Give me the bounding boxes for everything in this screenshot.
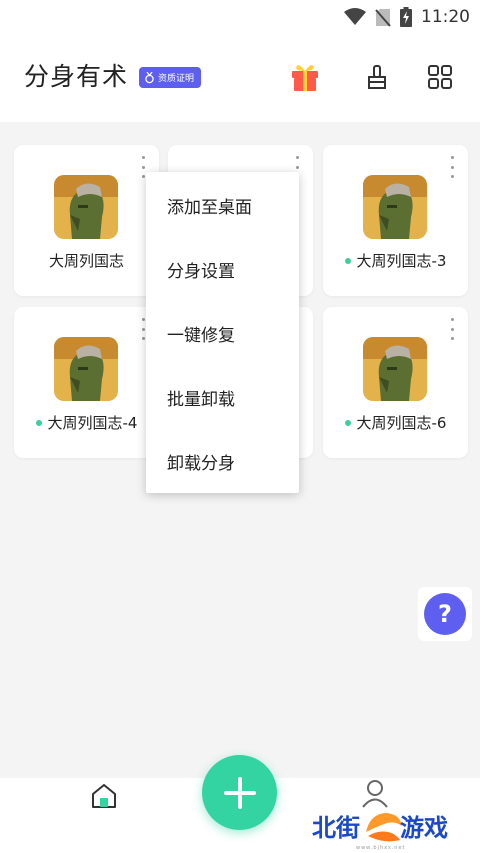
running-dot	[344, 419, 351, 426]
more-options-icon[interactable]	[447, 318, 457, 340]
menu-item-add-to-desktop[interactable]: 添加至桌面	[167, 193, 252, 218]
medal-icon	[145, 71, 154, 83]
certificate-badge[interactable]: 资质证明	[139, 67, 202, 88]
app-name: 大周列国志-6	[356, 414, 447, 432]
game-app-icon	[54, 175, 118, 239]
home-icon[interactable]	[90, 782, 118, 810]
app-card-label: 大周列国志-6	[323, 412, 468, 433]
menu-item-one-click-repair[interactable]: 一键修复	[167, 321, 235, 346]
status-time: 11:20	[421, 7, 470, 27]
certificate-badge-label: 资质证明	[158, 74, 195, 84]
menu-item-uninstall-clone[interactable]: 卸载分身	[167, 449, 235, 474]
no-sim-icon	[375, 8, 391, 27]
clean-brush-icon[interactable]	[362, 62, 392, 92]
watermark-text-right: 游戏	[400, 814, 448, 842]
app-card-label: 大周列国志	[14, 250, 159, 271]
status-icons: 11:20	[344, 4, 470, 30]
grid-icon[interactable]	[425, 62, 455, 92]
app-header: 分身有术 资质证明	[0, 34, 480, 122]
options-popup-menu: 添加至桌面 分身设置 一键修复 批量卸载 卸载分身	[146, 172, 299, 493]
help-button[interactable]: ?	[424, 593, 466, 635]
watermark-logo-icon	[366, 813, 402, 842]
app-name: 大周列国志-3	[356, 252, 447, 270]
menu-item-batch-uninstall[interactable]: 批量卸载	[167, 385, 235, 410]
page-title: 分身有术	[24, 62, 129, 91]
running-dot	[344, 257, 351, 264]
help-container: ?	[418, 587, 472, 641]
plus-icon	[223, 776, 256, 809]
watermark-text-left: 北街	[312, 814, 360, 842]
profile-icon[interactable]	[360, 778, 390, 808]
app-card[interactable]: 大周列国志-3	[323, 145, 468, 296]
game-app-icon	[54, 337, 118, 401]
running-dot	[35, 419, 42, 426]
game-app-icon	[363, 337, 427, 401]
status-bar: 11:20	[0, 0, 480, 34]
watermark-url: www.bjhxs.net	[356, 845, 406, 851]
app-card[interactable]: 大周列国志	[14, 145, 159, 296]
app-card-label: 大周列国志-4	[14, 412, 159, 433]
battery-charging-icon	[400, 7, 412, 27]
gift-icon[interactable]	[290, 62, 320, 92]
add-clone-button[interactable]	[202, 755, 277, 830]
more-options-icon[interactable]	[447, 156, 457, 178]
app-card[interactable]: 大周列国志-4	[14, 307, 159, 458]
app-card-label: 大周列国志-3	[323, 250, 468, 271]
menu-item-clone-settings[interactable]: 分身设置	[167, 257, 235, 282]
app-name: 大周列国志	[48, 252, 124, 270]
app-card[interactable]: 大周列国志-6	[323, 307, 468, 458]
game-app-icon	[363, 175, 427, 239]
app-name: 大周列国志-4	[47, 414, 138, 432]
wifi-icon	[344, 8, 366, 25]
watermark: 北街 游戏 www.bjhxs.net	[312, 808, 472, 851]
